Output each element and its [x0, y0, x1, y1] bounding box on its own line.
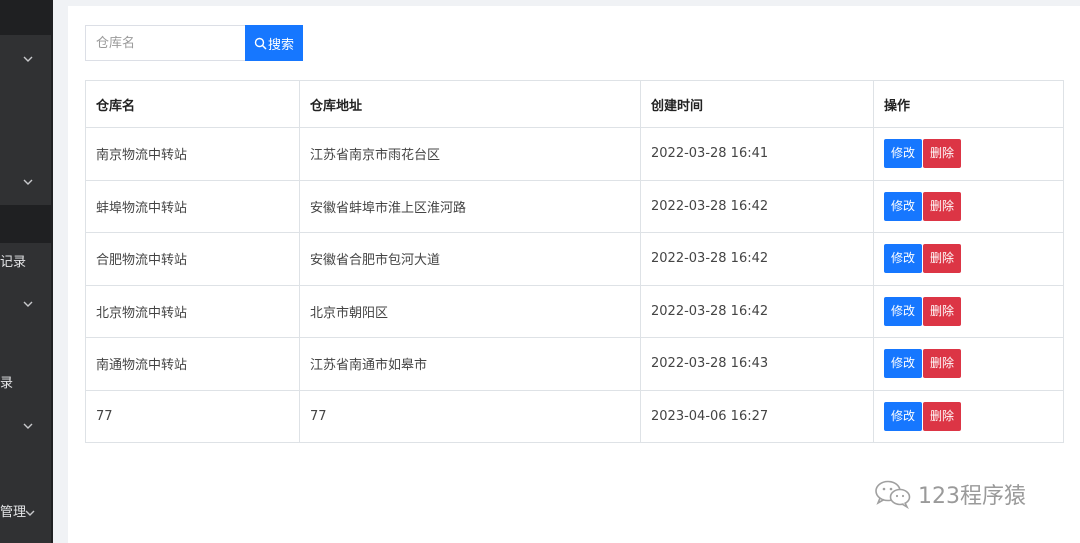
watermark: 123程序猿: [874, 478, 1026, 510]
column-header-actions: 操作: [873, 80, 1064, 128]
delete-button[interactable]: 删除: [923, 349, 962, 379]
sidebar-menu-5-chevron-down-icon[interactable]: [24, 507, 36, 519]
cell-actions: 修改 删除: [873, 179, 1064, 233]
cell-created-time: 2023-04-06 16:27: [640, 389, 874, 443]
main-panel: 搜索 仓库名 仓库地址 创建时间 操作 南京物流中转站 江苏省南京市雨花台区 2…: [68, 6, 1080, 543]
table-row: 77 77 2023-04-06 16:27 修改 删除: [85, 389, 1064, 443]
edit-button[interactable]: 修改: [884, 244, 923, 274]
watermark-text: 123程序猿: [918, 484, 1026, 509]
sidebar-item-label[interactable]: 管理: [0, 505, 26, 521]
search-button-label: 搜索: [267, 37, 294, 53]
warehouse-table: 仓库名 仓库地址 创建时间 操作 南京物流中转站 江苏省南京市雨花台区 2022…: [85, 80, 1064, 443]
cell-warehouse-name: 南京物流中转站: [85, 127, 300, 181]
cell-warehouse-name: 北京物流中转站: [85, 284, 300, 338]
cell-warehouse-name: 蚌埠物流中转站: [85, 179, 300, 233]
sidebar-menu-1-chevron-down-icon[interactable]: [22, 53, 34, 65]
cell-warehouse-name: 南通物流中转站: [85, 337, 300, 391]
cell-warehouse-name: 77: [85, 389, 300, 443]
cell-warehouse-name: 合肥物流中转站: [85, 232, 300, 286]
cell-actions: 修改 删除: [873, 284, 1064, 338]
edit-button[interactable]: 修改: [884, 296, 923, 326]
column-header-name: 仓库名: [85, 80, 300, 128]
cell-warehouse-address: 安徽省蚌埠市淮上区淮河路: [299, 179, 641, 233]
cell-warehouse-address: 77: [299, 389, 641, 443]
cell-created-time: 2022-03-28 16:42: [640, 284, 874, 338]
search-button[interactable]: 搜索: [245, 25, 303, 61]
table-header-row: 仓库名 仓库地址 创建时间 操作: [85, 80, 1064, 128]
sidebar-item-label[interactable]: 录: [0, 376, 13, 392]
column-header-created: 创建时间: [640, 80, 874, 128]
sidebar: 记录 录 管理: [0, 0, 53, 543]
sidebar-active-item[interactable]: [0, 205, 51, 243]
cell-created-time: 2022-03-28 16:43: [640, 337, 874, 391]
delete-button[interactable]: 删除: [923, 139, 962, 169]
edit-button[interactable]: 修改: [884, 401, 923, 431]
table-row: 蚌埠物流中转站 安徽省蚌埠市淮上区淮河路 2022-03-28 16:42 修改…: [85, 179, 1064, 233]
table-row: 北京物流中转站 北京市朝阳区 2022-03-28 16:42 修改 删除: [85, 284, 1064, 338]
edit-button[interactable]: 修改: [884, 139, 923, 169]
column-header-address: 仓库地址: [299, 80, 641, 128]
cell-actions: 修改 删除: [873, 127, 1064, 181]
sidebar-menu-2-chevron-down-icon[interactable]: [22, 176, 34, 188]
cell-actions: 修改 删除: [873, 232, 1064, 286]
delete-button[interactable]: 删除: [923, 244, 962, 274]
edit-button[interactable]: 修改: [884, 349, 923, 379]
table-row: 合肥物流中转站 安徽省合肥市包河大道 2022-03-28 16:42 修改 删除: [85, 232, 1064, 286]
cell-warehouse-address: 安徽省合肥市包河大道: [299, 232, 641, 286]
cell-actions: 修改 删除: [873, 389, 1064, 443]
search-input[interactable]: [85, 25, 245, 61]
delete-button[interactable]: 删除: [923, 401, 962, 431]
cell-actions: 修改 删除: [873, 337, 1064, 391]
table-row: 南通物流中转站 江苏省南通市如皋市 2022-03-28 16:43 修改 删除: [85, 337, 1064, 391]
cell-warehouse-address: 江苏省南通市如皋市: [299, 337, 641, 391]
table-row: 南京物流中转站 江苏省南京市雨花台区 2022-03-28 16:41 修改 删除: [85, 127, 1064, 181]
sidebar-item-label[interactable]: 记录: [0, 255, 26, 271]
sidebar-edge: [51, 0, 53, 543]
search-icon: [254, 37, 267, 50]
delete-button[interactable]: 删除: [923, 296, 962, 326]
cell-created-time: 2022-03-28 16:42: [640, 179, 874, 233]
cell-warehouse-address: 江苏省南京市雨花台区: [299, 127, 641, 181]
cell-created-time: 2022-03-28 16:41: [640, 127, 874, 181]
wechat-icon: [874, 479, 912, 509]
edit-button[interactable]: 修改: [884, 191, 923, 221]
cell-warehouse-address: 北京市朝阳区: [299, 284, 641, 338]
sidebar-menu-4-chevron-down-icon[interactable]: [22, 420, 34, 432]
sidebar-header-block: [0, 0, 51, 35]
sidebar-menu-3-chevron-down-icon[interactable]: [22, 298, 34, 310]
cell-created-time: 2022-03-28 16:42: [640, 232, 874, 286]
delete-button[interactable]: 删除: [923, 191, 962, 221]
